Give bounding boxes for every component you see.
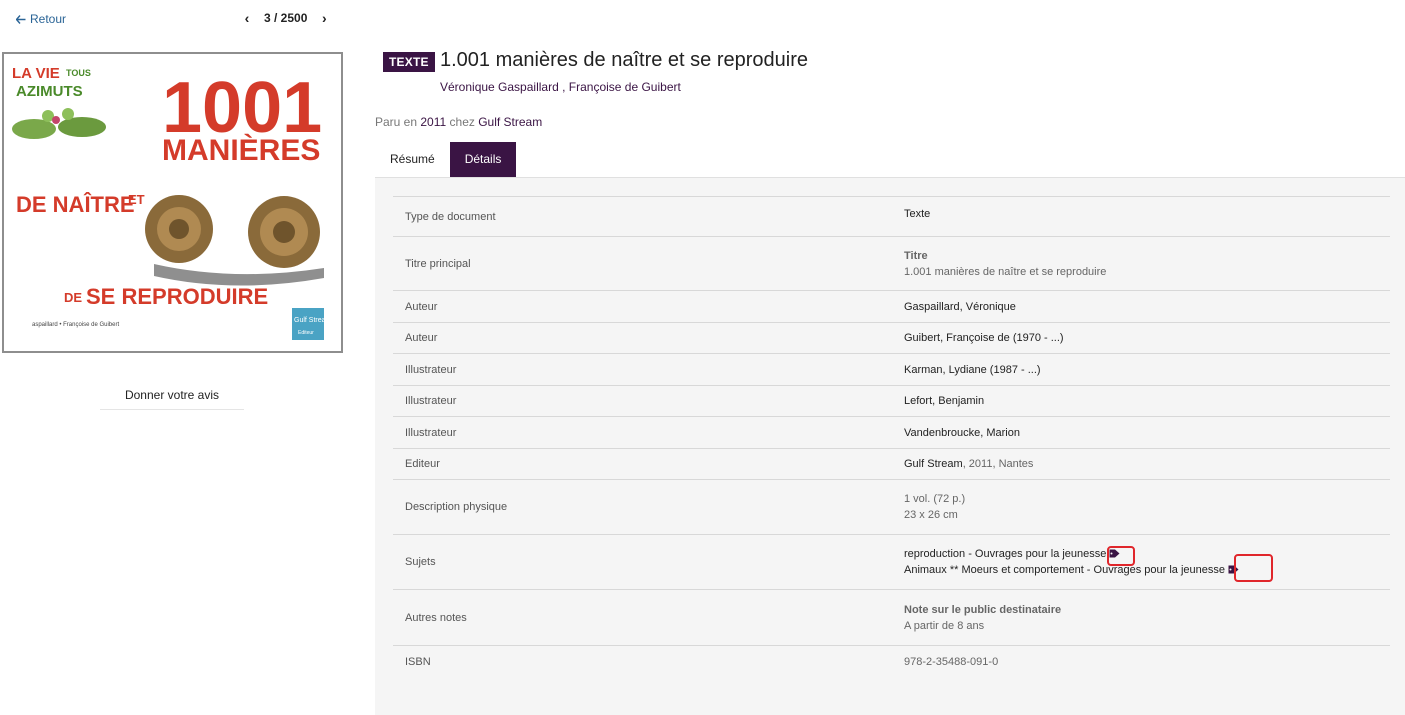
editor-rest: , 2011, Nantes bbox=[962, 458, 1034, 470]
page-title: 1.001 manières de naître et se reproduir… bbox=[440, 49, 808, 71]
tab-resume[interactable]: Résumé bbox=[375, 142, 450, 177]
subject-suffix-1[interactable]: - Ouvrages pour la jeunesse bbox=[965, 548, 1106, 560]
row-label: ISBN bbox=[405, 656, 431, 668]
table-row: Auteur Gaspaillard, Véronique bbox=[393, 291, 1390, 323]
table-row: Illustrateur Vandenbroucke, Marion bbox=[393, 417, 1390, 449]
chevron-left-icon[interactable]: ‹ bbox=[240, 10, 254, 26]
title-value: 1.001 manières de naître et se reproduir… bbox=[904, 265, 1107, 278]
illustrator-value-1[interactable]: Karman, Lydiane (1987 - ...) bbox=[904, 362, 1390, 378]
isbn-value: 978-2-35488-091-0 bbox=[904, 656, 999, 668]
highlight-box-1 bbox=[1107, 546, 1135, 566]
cover-publisher-logo: Gulf Stream bbox=[294, 317, 332, 324]
author-value-2[interactable]: Guibert, Françoise de (1970 - ...) bbox=[904, 330, 1390, 346]
notes-head: Note sur le public destinataire bbox=[904, 603, 1062, 616]
row-label: Illustrateur bbox=[405, 363, 457, 376]
author-value-1[interactable]: Gaspaillard, Véronique bbox=[904, 299, 1390, 315]
row-label: Illustrateur bbox=[405, 395, 457, 407]
illustrator-value-3[interactable]: Vandenbroucke, Marion bbox=[904, 425, 1390, 441]
tab-bar: Résumé Détails bbox=[375, 142, 517, 177]
published-publisher[interactable]: Gulf Stream bbox=[478, 115, 542, 129]
row-value: Karman, Lydiane (1987 - ...) bbox=[904, 354, 1390, 385]
chevron-right-icon[interactable]: › bbox=[317, 10, 331, 26]
table-row: Illustrateur Lefort, Benjamin bbox=[393, 386, 1390, 417]
row-label: Auteur bbox=[405, 300, 438, 313]
arrow-left-icon bbox=[16, 14, 26, 24]
row-value: Gulf Stream, 2011, Nantes bbox=[904, 449, 1390, 479]
back-label: Retour bbox=[30, 12, 67, 26]
row-value: Titre 1.001 manières de naître et se rep… bbox=[904, 237, 1390, 290]
table-row: Auteur Guibert, Françoise de (1970 - ...… bbox=[393, 323, 1390, 354]
subject-link-1[interactable]: reproduction bbox=[904, 548, 965, 560]
row-label: Autres notes bbox=[405, 611, 467, 624]
subject-link-2[interactable]: Animaux ** Moeurs et comportement bbox=[904, 564, 1084, 576]
cover-de: DE bbox=[64, 290, 82, 305]
author-separator: , bbox=[558, 80, 569, 94]
row-value: Gaspaillard, Véronique bbox=[904, 291, 1390, 322]
author-list: Véronique Gaspaillard , Françoise de Gui… bbox=[440, 80, 681, 94]
table-row: Titre principal Titre 1.001 manières de … bbox=[393, 237, 1390, 291]
author-link-1[interactable]: Véronique Gaspaillard bbox=[440, 80, 559, 94]
table-row: Sujets reproduction - Ouvrages pour la j… bbox=[393, 535, 1390, 590]
tab-details[interactable]: Détails bbox=[449, 142, 517, 177]
published-year[interactable]: 2011 bbox=[420, 115, 446, 129]
cover-publisher-sub: Editeur bbox=[298, 330, 314, 336]
table-row: Editeur Gulf Stream, 2011, Nantes bbox=[393, 449, 1390, 480]
row-value: 1 vol. (72 p.) 23 x 26 cm bbox=[904, 480, 1390, 534]
row-value: Note sur le public destinataire A partir… bbox=[904, 590, 1390, 645]
details-panel: Type de document Texte Titre principal T… bbox=[375, 177, 1405, 715]
row-label: Editeur bbox=[405, 458, 440, 470]
cover-se-reproduire: SE REPRODUIRE bbox=[86, 284, 268, 309]
pager-text: 3 / 2500 bbox=[264, 11, 308, 25]
details-table: Type de document Texte Titre principal T… bbox=[393, 196, 1390, 678]
highlight-box-2 bbox=[1234, 554, 1273, 582]
doc-type-badge: TEXTE bbox=[383, 52, 435, 72]
review-button[interactable]: Donner votre avis bbox=[100, 382, 244, 410]
table-row: Illustrateur Karman, Lydiane (1987 - ...… bbox=[393, 354, 1390, 386]
notes-value: A partir de 8 ans bbox=[904, 619, 985, 632]
row-value: reproduction - Ouvrages pour la jeunesse… bbox=[904, 535, 1390, 589]
author-link-2[interactable]: Françoise de Guibert bbox=[569, 80, 681, 94]
cover-azimuts: AZIMUTS bbox=[16, 83, 83, 100]
physical-value-2: 23 x 26 cm bbox=[904, 509, 958, 521]
book-cover[interactable]: LA VIE TOUS AZIMUTS 1001 MANIÈRES DE NAÎ… bbox=[2, 52, 343, 353]
type-value: Texte bbox=[904, 208, 931, 220]
publication-info: Paru en 2011 chez Gulf Stream bbox=[375, 115, 542, 129]
cover-et: ET bbox=[128, 192, 145, 207]
subject-suffix-2[interactable]: - Ouvrages pour la jeunesse bbox=[1084, 564, 1225, 576]
table-row: Type de document Texte bbox=[393, 197, 1390, 237]
cover-vie: LA VIE bbox=[12, 65, 60, 82]
row-value: Guibert, Françoise de (1970 - ...) bbox=[904, 323, 1390, 353]
row-value: Vandenbroucke, Marion bbox=[904, 417, 1390, 448]
cover-de-naitre: DE NAÎTRE bbox=[16, 192, 135, 217]
table-row: Autres notes Note sur le public destinat… bbox=[393, 590, 1390, 646]
cover-tous: TOUS bbox=[66, 68, 91, 78]
row-value: Texte bbox=[904, 197, 1390, 236]
title-head: Titre bbox=[904, 249, 928, 262]
row-label: Illustrateur bbox=[405, 426, 457, 439]
cover-manieres: MANIÈRES bbox=[162, 133, 320, 167]
back-link[interactable]: Retour bbox=[16, 12, 66, 26]
row-label: Titre principal bbox=[405, 257, 471, 270]
published-middle: chez bbox=[446, 115, 479, 129]
editor-name[interactable]: Gulf Stream bbox=[904, 458, 963, 470]
pager: ‹ 3 / 2500 › bbox=[240, 10, 331, 26]
cover-illustration: LA VIE TOUS AZIMUTS 1001 MANIÈRES DE NAÎ… bbox=[4, 54, 341, 351]
table-row: ISBN 978-2-35488-091-0 bbox=[393, 646, 1390, 678]
row-label: Type de document bbox=[405, 210, 496, 223]
cover-credits: aspaillard • Françoise de Guibert bbox=[32, 322, 119, 328]
physical-value-1: 1 vol. (72 p.) bbox=[904, 493, 966, 505]
row-value: 978-2-35488-091-0 bbox=[904, 646, 1390, 678]
row-label: Auteur bbox=[405, 332, 438, 344]
table-row: Description physique 1 vol. (72 p.) 23 x… bbox=[393, 480, 1390, 535]
row-value: Lefort, Benjamin bbox=[904, 386, 1390, 416]
row-label: Sujets bbox=[405, 556, 436, 568]
illustrator-value-2[interactable]: Lefort, Benjamin bbox=[904, 393, 1390, 409]
published-prefix: Paru en bbox=[375, 115, 421, 129]
row-label: Description physique bbox=[405, 501, 508, 513]
